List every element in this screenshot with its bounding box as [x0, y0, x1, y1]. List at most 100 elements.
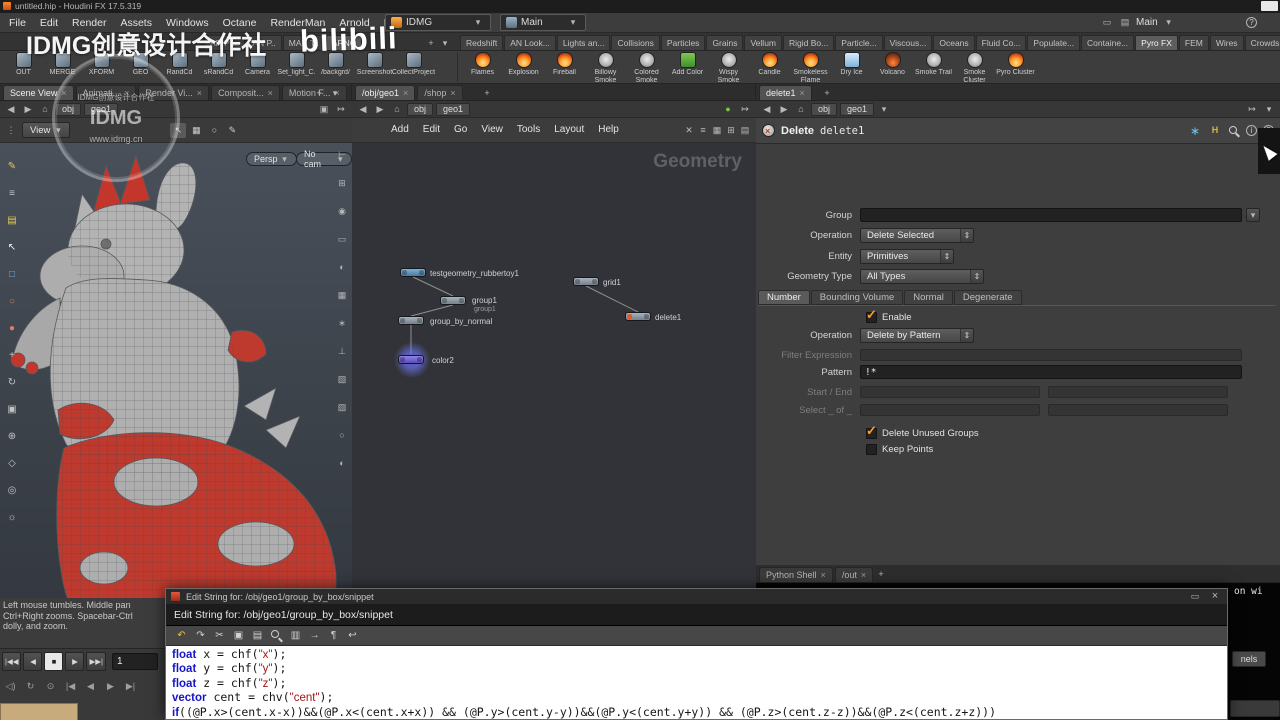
node-color2[interactable]	[398, 355, 424, 364]
copy-icon[interactable]: ▣	[231, 628, 246, 643]
menu-item[interactable]: Edit	[33, 13, 65, 33]
pane-tab[interactable]: Animati... ×	[75, 85, 137, 100]
code-line[interactable]: float z = chf("z");	[172, 676, 1221, 691]
tiles-view-icon[interactable]: ⊞	[724, 123, 738, 137]
shelf-tool[interactable]: Smokeless Flame	[790, 52, 831, 84]
info-icon[interactable]: i	[1246, 125, 1257, 136]
menu-item[interactable]: RenderMan	[263, 13, 332, 33]
forward-icon[interactable]: ▶	[777, 102, 791, 116]
notes-icon[interactable]: ≡	[2, 184, 22, 203]
desktop-selector[interactable]: ▭ ▤ Main ▾	[1100, 15, 1176, 29]
shelf-tool[interactable]: /backgrd/	[316, 52, 355, 77]
shelf-menu-chevron-icon[interactable]: ▾	[438, 36, 452, 50]
close-icon[interactable]: ×	[197, 88, 202, 98]
param-subtab[interactable]: Degenerate	[953, 290, 1022, 305]
shelf-tool[interactable]: Wispy Smoke	[708, 52, 749, 84]
chevron-down-icon[interactable]: ▾	[1262, 102, 1276, 116]
chevron-down-icon[interactable]: ▾	[471, 16, 485, 30]
close-icon[interactable]: ×	[821, 570, 826, 580]
shelf-tab[interactable]: ARNO	[325, 35, 363, 50]
sheet-view-icon[interactable]: ▤	[738, 123, 752, 137]
go-start-button[interactable]: |◀◀	[2, 652, 22, 671]
frame-back-icon[interactable]: ◀	[82, 679, 99, 694]
select-arrow-icon[interactable]: ↖	[2, 238, 22, 257]
move-icon[interactable]: +	[2, 346, 22, 365]
shelf-tool[interactable]: Colored Smoke	[626, 52, 667, 84]
shelf-tab[interactable]: AN P..	[246, 35, 282, 50]
breadcrumb-node[interactable]: geo1	[840, 102, 875, 116]
step-forward-icon[interactable]: ▶|	[122, 679, 139, 694]
home-icon[interactable]: ⌂	[794, 102, 808, 116]
points-icon[interactable]: ∗	[334, 315, 350, 331]
snapshot-icon[interactable]: ▣	[317, 102, 331, 116]
code-line[interactable]: vector cent = chv("cent");	[172, 690, 1221, 705]
shelf-tab[interactable]: Oceans	[933, 35, 975, 50]
snap-icon[interactable]: ◇	[2, 454, 22, 473]
node-testgeometry[interactable]	[400, 268, 426, 277]
network-menu-item[interactable]: Add	[384, 120, 416, 140]
param-subtab[interactable]: Normal	[904, 290, 953, 305]
search-icon[interactable]	[269, 628, 284, 643]
shelf-tab[interactable]: Particles	[660, 35, 706, 50]
pin-icon[interactable]: ↦	[334, 102, 348, 116]
back-icon[interactable]: ◀	[356, 102, 370, 116]
breadcrumb-root[interactable]: obj	[811, 102, 838, 116]
play-reverse-button[interactable]: ◀	[23, 652, 43, 671]
shelf-tab[interactable]: Wires	[1209, 35, 1244, 50]
shelf-tab[interactable]: Containe...	[1081, 35, 1135, 50]
enable-checkbox[interactable]	[866, 307, 877, 323]
pane-tab[interactable]: /out ×	[834, 567, 874, 582]
pane-tab[interactable]: Render Vi... ×	[138, 85, 210, 100]
group-field[interactable]	[860, 208, 1242, 222]
box-select-icon[interactable]: □	[2, 265, 22, 284]
normals-icon[interactable]: ⊥	[334, 343, 350, 359]
menu-item[interactable]: Assets	[113, 13, 159, 33]
code-line[interactable]: if((@P.x>(cent.x-x))&&(@P.x<(cent.x+x)) …	[172, 705, 1221, 719]
shelf-tool[interactable]: Fireball	[544, 52, 585, 77]
dialog-titlebar[interactable]: Edit String for: /obj/geo1/group_by_box/…	[166, 589, 1227, 605]
entity-select[interactable]: Primitives ⇕	[860, 249, 954, 264]
shelf-tab[interactable]: Fluid Co...	[975, 35, 1027, 50]
shelf-tool[interactable]: Smoke Trail	[913, 52, 954, 77]
wrap-icon[interactable]: ↩	[345, 628, 360, 643]
shelf-tool[interactable]: Screenshot	[355, 52, 394, 77]
minimize-icon[interactable]: ▭	[1188, 590, 1202, 604]
indent-icon[interactable]: →	[307, 628, 322, 643]
geometry-type-select[interactable]: All Types ⇕	[860, 269, 984, 284]
grid-view-icon[interactable]: ▦	[710, 123, 724, 137]
node-group1[interactable]	[440, 296, 466, 305]
play-button[interactable]: ▶	[65, 652, 85, 671]
group-menu-icon[interactable]: ▾	[1246, 208, 1260, 222]
light-icon[interactable]: ☼	[2, 508, 22, 527]
handles-icon[interactable]: ⊕	[2, 427, 22, 446]
frame-field[interactable]	[112, 653, 158, 670]
search-icon[interactable]	[1228, 125, 1240, 137]
shelf-tool[interactable]: CollectProject	[392, 52, 435, 77]
network-canvas[interactable]: Geometry testgeometry_rubbertoy1 group1 …	[352, 143, 756, 648]
paint-pick-icon[interactable]: ✎	[224, 123, 240, 138]
viewport[interactable]: Persp ▾ No cam ▾ ✎ ≡ ▤ ↖ □ ○ ● + ↻ ▣ ⊕ ◇ ◎ ☼ ⊢ ⊞ ◉ ▭ ◐ ▦ ∗ ⊥…	[0, 143, 352, 598]
close-icon[interactable]: ×	[800, 88, 805, 98]
view-menu-button[interactable]: View ▾	[22, 122, 71, 138]
back-icon[interactable]: ◀	[4, 102, 18, 116]
add-shelf-tab-icon[interactable]: +	[424, 36, 438, 50]
network-menu-item[interactable]: Edit	[416, 120, 447, 140]
lasso-pick-icon[interactable]: ○	[206, 123, 222, 138]
node-name-field[interactable]: delete1	[820, 125, 864, 137]
breadcrumb-root[interactable]: obj	[55, 102, 82, 116]
shelf-tab[interactable]: Redshift	[460, 35, 504, 50]
audio-icon[interactable]: ◁)	[2, 679, 19, 694]
pane-tab[interactable]: Composit... ×	[211, 85, 280, 100]
list-view-icon[interactable]: ≡	[696, 123, 710, 137]
undo-icon[interactable]: ↶	[174, 628, 189, 643]
shelf-tab[interactable]: Collisions	[611, 35, 660, 50]
go-end-button[interactable]: ▶▶|	[86, 652, 106, 671]
close-icon[interactable]: ×	[450, 88, 455, 98]
pattern-operation-select[interactable]: Delete by Pattern ⇕	[860, 328, 974, 343]
chevron-down-icon[interactable]: ▾	[566, 16, 580, 30]
code-line[interactable]: float y = chf("y");	[172, 662, 1221, 676]
pin-icon[interactable]: ↦	[738, 102, 752, 116]
code-line[interactable]: float x = chf("x");	[172, 647, 1221, 662]
network-menu-item[interactable]: View	[474, 120, 510, 140]
breadcrumb-node[interactable]: geo1	[84, 102, 119, 116]
